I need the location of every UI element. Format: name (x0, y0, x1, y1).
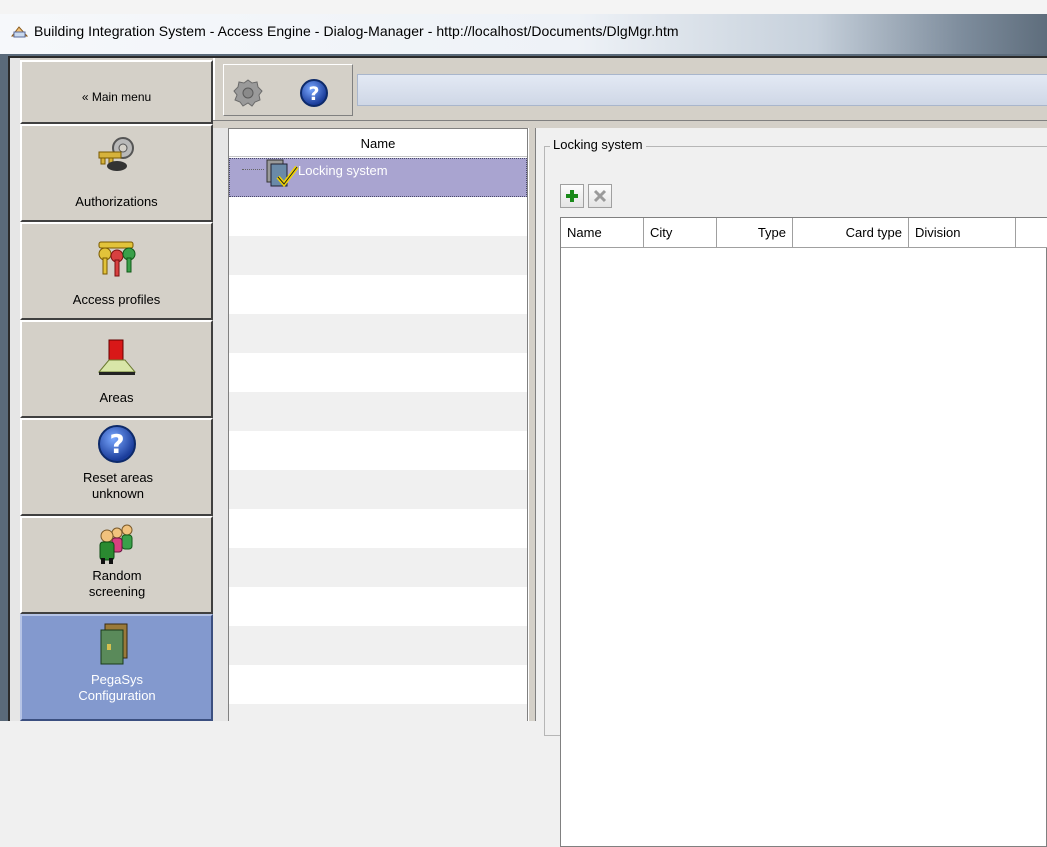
gear-icon[interactable] (232, 77, 264, 109)
group-title: Locking system (550, 137, 646, 152)
tree-connector (242, 169, 264, 170)
detail-pane: Locking system Name City Type Card type … (536, 128, 1047, 847)
tree-row (229, 704, 527, 722)
tree-item-locking-system[interactable]: Locking system (229, 158, 527, 197)
keys-icon (98, 137, 134, 171)
locking-system-icon (266, 159, 299, 188)
delete-button[interactable] (588, 184, 612, 208)
sidebar-item-access-profiles[interactable]: Access profiles (20, 222, 213, 320)
sidebar-item-label: Areas (99, 390, 134, 405)
locking-system-table: Name City Type Card type Division (560, 217, 1047, 847)
app-icon (11, 26, 28, 38)
tree-row (229, 353, 527, 392)
pane-splitter[interactable] (528, 128, 536, 721)
table-header: Name City Type Card type Division (561, 218, 1047, 248)
svg-text:?: ? (109, 430, 124, 460)
sidebar-item-areas[interactable]: Areas (20, 320, 213, 418)
sidebar-item-random-screening[interactable]: Random screening (20, 516, 213, 614)
sidebar-item-reset-areas-unknown[interactable]: ? Reset areas unknown (20, 418, 213, 516)
sidebar-item-label: PegaSys Configuration (78, 672, 156, 703)
tree-row (229, 587, 527, 626)
top-strip (0, 0, 1047, 14)
tree-column-header[interactable]: Name (229, 129, 527, 157)
tree-row (229, 509, 527, 548)
sidebar-item-label: Reset areas unknown (82, 470, 154, 501)
tree-row (229, 197, 527, 236)
tree-row (229, 314, 527, 353)
tree-row (229, 626, 527, 665)
colored-keys-icon (98, 241, 135, 277)
title-bar: Building Integration System - Access Eng… (0, 14, 1047, 54)
column-header-city[interactable]: City (644, 218, 717, 248)
column-header-card-type[interactable]: Card type (793, 218, 909, 248)
sidebar-item-pegasys-configuration[interactable]: PegaSys Configuration (20, 614, 213, 721)
add-button[interactable] (560, 184, 584, 208)
window-title: Building Integration System - Access Eng… (34, 23, 679, 39)
doors-icon (100, 623, 127, 665)
tree-row (229, 392, 527, 431)
tree-row (229, 275, 527, 314)
area-marker-icon (97, 339, 136, 375)
sidebar-item-label: Authorizations (75, 194, 158, 209)
tree-pane: Name Locking system (228, 128, 528, 722)
tree-item-label: Locking system (298, 163, 388, 178)
plus-icon (566, 190, 578, 202)
column-header-division[interactable]: Division (909, 218, 1016, 248)
column-header-type[interactable]: Type (717, 218, 793, 248)
sidebar: « Main menu Authorizations Access profil… (20, 58, 213, 721)
toolbar: ? (213, 58, 1047, 120)
svg-text:?: ? (308, 83, 319, 105)
main-menu-button[interactable]: « Main menu (20, 60, 213, 124)
sidebar-item-label: Access profiles (72, 292, 161, 307)
sidebar-item-authorizations[interactable]: Authorizations (20, 124, 213, 222)
help-icon: ? (97, 425, 136, 463)
column-header-name[interactable]: Name (561, 218, 644, 248)
toolbar-status-field (357, 74, 1047, 106)
tree-row (229, 431, 527, 470)
tree-row (229, 236, 527, 275)
people-icon (99, 524, 132, 564)
main-menu-label: « Main menu (81, 90, 152, 104)
delete-icon (593, 189, 607, 203)
toolbar-button-group: ? (223, 64, 353, 116)
tree-row (229, 470, 527, 509)
tree-row (229, 665, 527, 704)
sidebar-item-label: Random screening (88, 568, 146, 599)
help-icon[interactable]: ? (298, 77, 330, 109)
pane-divider (213, 120, 1047, 128)
tree-row (229, 548, 527, 587)
